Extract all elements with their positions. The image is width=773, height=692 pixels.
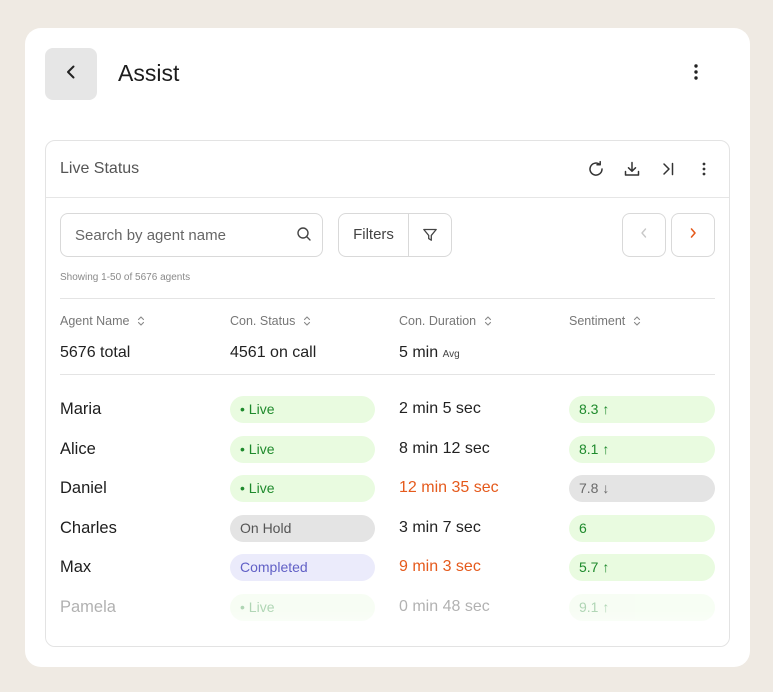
status-label: On Hold <box>240 520 292 536</box>
column-label: Con. Status <box>230 314 296 328</box>
sort-icon <box>485 316 492 326</box>
collapse-right-icon[interactable] <box>657 157 679 181</box>
previous-page-button[interactable] <box>622 213 666 257</box>
download-icon[interactable] <box>621 157 643 181</box>
call-duration: 12 min 35 sec <box>399 479 499 496</box>
next-page-button[interactable] <box>671 213 715 257</box>
page-title: Assist <box>118 60 180 86</box>
agent-name: Daniel <box>60 479 107 497</box>
card-title: Live Status <box>60 160 140 177</box>
card-header: Live Status <box>46 141 729 198</box>
column-header-agent-name[interactable]: Agent Name <box>60 314 146 328</box>
table-row[interactable]: Alice • Live 8 min 12 sec 8.1 ↑ <box>46 436 729 464</box>
agent-name: Max <box>60 558 92 576</box>
summary-avg-duration: 5 min Avg <box>399 344 460 362</box>
sentiment-value: 8.1 <box>579 441 599 457</box>
more-vertical-icon[interactable] <box>693 157 715 181</box>
sentiment-badge: 6 <box>569 515 715 542</box>
live-dot-icon: • <box>240 441 249 457</box>
summary-on-call: 4561 on call <box>230 344 317 361</box>
chevron-left-icon <box>639 226 649 244</box>
filters-button[interactable]: Filters <box>338 213 452 257</box>
table-row[interactable]: Max Completed 9 min 3 sec 5.7 ↑ <box>46 554 729 582</box>
sentiment-badge: 7.8 ↓ <box>569 475 715 502</box>
column-header-con-duration[interactable]: Con. Duration <box>399 314 493 328</box>
chevron-left-icon <box>63 64 79 85</box>
search-input[interactable] <box>61 214 281 256</box>
summary-duration-suffix: Avg <box>442 349 460 360</box>
chevron-right-icon <box>688 226 698 244</box>
arrow-up-icon: ↑ <box>598 401 610 417</box>
column-header-con-status[interactable]: Con. Status <box>230 314 312 328</box>
sort-icon <box>138 316 145 326</box>
live-dot-icon: • <box>240 480 249 496</box>
divider <box>60 298 715 299</box>
more-vertical-icon <box>694 63 698 85</box>
results-count: Showing 1-50 of 5676 agents <box>60 272 191 283</box>
back-button[interactable] <box>45 48 97 100</box>
summary-total-agents: 5676 total <box>60 344 131 361</box>
divider <box>60 374 715 375</box>
column-label: Con. Duration <box>399 314 477 328</box>
search-icon[interactable] <box>296 226 312 247</box>
sentiment-value: 8.3 <box>579 401 599 417</box>
status-label: Live <box>248 401 275 417</box>
status-badge: Completed <box>230 554 375 581</box>
sentiment-value: 7.8 <box>579 480 599 496</box>
more-options-button[interactable] <box>684 62 708 86</box>
sort-icon <box>634 316 641 326</box>
column-label: Agent Name <box>60 314 130 328</box>
filters-label: Filters <box>339 214 409 256</box>
refresh-icon[interactable] <box>585 157 607 181</box>
live-status-card: Live Status Search by agent name Filters… <box>45 140 730 647</box>
filter-icon[interactable] <box>409 214 451 256</box>
status-label: Completed <box>240 559 308 575</box>
live-dot-icon: • <box>240 401 249 417</box>
call-duration: 3 min 7 sec <box>399 519 481 536</box>
status-label: Live <box>248 441 275 457</box>
sentiment-badge: 5.7 ↑ <box>569 554 715 581</box>
sentiment-badge: 8.1 ↑ <box>569 436 715 463</box>
header: Assist <box>45 48 730 100</box>
arrow-down-icon: ↓ <box>598 480 610 496</box>
agent-name: Alice <box>60 440 96 458</box>
call-duration: 8 min 12 sec <box>399 440 490 457</box>
status-badge: • Live <box>230 475 375 502</box>
status-badge: On Hold <box>230 515 375 542</box>
table-row[interactable]: Maria • Live 2 min 5 sec 8.3 ↑ <box>46 396 729 424</box>
sentiment-badge: 8.3 ↑ <box>569 396 715 423</box>
arrow-up-icon: ↑ <box>598 559 610 575</box>
agent-name: Charles <box>60 519 117 537</box>
scroll-fade <box>46 610 729 646</box>
column-header-sentiment[interactable]: Sentiment <box>569 314 642 328</box>
sentiment-value: 6 <box>579 520 587 536</box>
column-label: Sentiment <box>569 314 626 328</box>
assist-app: Assist Live Status Search by agent name … <box>25 28 750 667</box>
arrow-up-icon: ↑ <box>598 441 610 457</box>
summary-duration-value: 5 min <box>399 344 439 361</box>
status-label: Live <box>248 480 275 496</box>
status-badge: • Live <box>230 436 375 463</box>
search-field <box>60 213 323 257</box>
sort-icon <box>304 316 311 326</box>
call-duration: 2 min 5 sec <box>399 400 481 417</box>
sentiment-value: 5.7 <box>579 559 599 575</box>
table-row[interactable]: Charles On Hold 3 min 7 sec 6 <box>46 515 729 543</box>
status-badge: • Live <box>230 396 375 423</box>
call-duration: 9 min 3 sec <box>399 558 481 575</box>
table-row[interactable]: Daniel • Live 12 min 35 sec 7.8 ↓ <box>46 475 729 503</box>
card-actions <box>585 157 715 181</box>
agent-name: Maria <box>60 400 102 418</box>
